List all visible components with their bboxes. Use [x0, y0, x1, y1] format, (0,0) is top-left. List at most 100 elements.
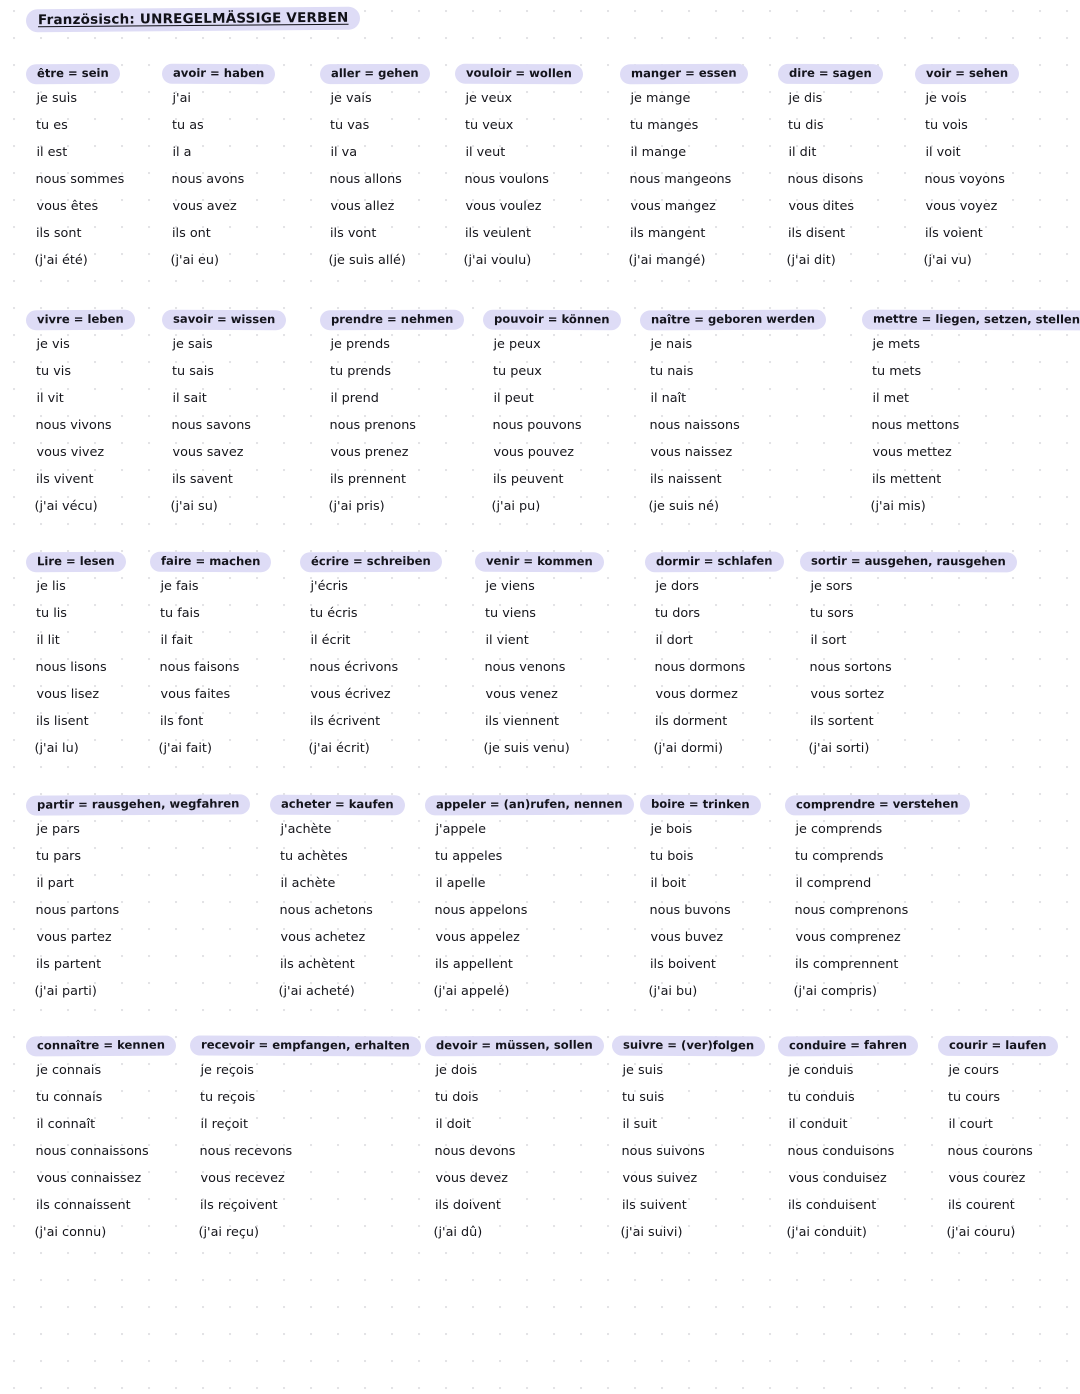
conjugation-form: vous avez	[172, 199, 237, 215]
conjugation-form: je fais	[160, 579, 199, 595]
conjugation-list: je prends tu prends il prend nous prenons vo…	[329, 337, 464, 514]
conjugation-form: il naît	[650, 391, 687, 407]
verb-header-label: appeler = (an)rufen, nennen	[424, 794, 634, 816]
verb-card[interactable]: mettre = liegen, setzen, stellen je mets t…	[861, 308, 1080, 528]
conjugation-list: je connais tu connais il connaît nous conna…	[35, 1063, 176, 1240]
verb-card[interactable]: manger = essen je mange tu manges il mange n…	[619, 62, 748, 282]
conjugation-form: nous achetons	[279, 903, 373, 919]
verb-card[interactable]: appeler = (an)rufen, nennen j'appele tu ap…	[424, 793, 634, 1013]
conjugation-form: ils naissent	[650, 472, 722, 488]
verb-card[interactable]: connaître = kennen je connais tu connais il…	[25, 1034, 177, 1254]
conjugation-form: ils disent	[788, 226, 846, 242]
conjugation-list: je cours tu cours il court nous courons vous…	[947, 1065, 1058, 1240]
verb-card[interactable]: devoir = müssen, sollen je dois tu dois il …	[424, 1034, 604, 1254]
conjugation-form: il doit	[435, 1117, 472, 1133]
verb-header-label: dormir = schlafen	[644, 551, 784, 573]
conjugation-form: ils doivent	[435, 1198, 501, 1214]
passe-compose-form: (j'ai dormi)	[653, 741, 724, 757]
conjugation-form: tu bois	[650, 849, 694, 865]
conjugation-list: je nais tu nais il naît nous naissons vous n…	[649, 339, 826, 514]
conjugation-list: je conduis tu conduis il conduit nous condu…	[787, 1065, 918, 1240]
verb-card[interactable]: écrire = schreiben j'écris tu écris il écri…	[299, 550, 442, 770]
verb-card[interactable]: dormir = schlafen je dors tu dors il dort no…	[644, 550, 784, 770]
conjugation-list: je veux tu veux il veut nous voulons vous vo…	[463, 93, 583, 269]
conjugation-form: il connaît	[36, 1117, 96, 1133]
conjugation-form: nous dormons	[654, 660, 746, 676]
conjugation-form: je vais	[330, 91, 372, 107]
verb-card[interactable]: sortir = ausgehen, rausgehen je sors tu so…	[799, 550, 1017, 770]
conjugation-form: vous lisez	[36, 687, 100, 703]
verb-header-label: connaître = kennen	[25, 1035, 177, 1057]
verb-card[interactable]: naître = geboren werden je nais tu nais il …	[639, 308, 827, 528]
verb-card[interactable]: faire = machen je fais tu fais il fait nous …	[149, 550, 272, 770]
conjugation-list: je suis tu es il est nous sommes vous êtes il…	[35, 93, 125, 268]
conjugation-form: tu viens	[485, 606, 536, 622]
conjugation-form: tu as	[172, 118, 204, 134]
conjugation-form: tu veux	[465, 118, 514, 134]
verb-card[interactable]: vouloir = wollen je veux tu veux il veut nou…	[454, 62, 583, 282]
verb-header-label: voir = sehen	[914, 63, 1020, 85]
conjugation-form: vous faites	[160, 687, 231, 703]
verb-header-label: boire = trinken	[639, 794, 761, 816]
conjugation-form: nous prenons	[329, 418, 416, 434]
conjugation-form: nous lisons	[35, 660, 107, 676]
conjugation-form: il met	[872, 391, 910, 407]
verb-card[interactable]: acheter = kaufen j'achète tu achètes il ach…	[269, 793, 405, 1013]
verb-card[interactable]: vivre = leben je vis tu vis il vit nous vivo…	[25, 308, 135, 528]
conjugation-form: vous voulez	[465, 199, 542, 215]
verb-card[interactable]: boire = trinken je bois tu bois il boit nous…	[639, 793, 761, 1013]
conjugation-form: nous pouvons	[492, 418, 582, 434]
conjugation-form: vous recevez	[200, 1171, 285, 1187]
verb-header-label: suivre = (ver)folgen	[611, 1035, 766, 1057]
conjugation-form: vous devez	[435, 1171, 508, 1187]
conjugation-form: ils peuvent	[493, 472, 564, 488]
conjugation-list: je dors tu dors il dort nous dormons vous do…	[653, 579, 784, 757]
conjugation-form: tu connais	[36, 1090, 103, 1106]
conjugation-form: nous avons	[171, 172, 245, 188]
conjugation-form: ils mettent	[872, 472, 942, 488]
verb-card[interactable]: voir = sehen je vois tu vois il voit nous vo…	[914, 62, 1020, 282]
conjugation-form: nous mettons	[871, 418, 960, 434]
verb-card[interactable]: Lire = lesen je lis tu lis il lit nous lison…	[25, 550, 126, 770]
verb-card[interactable]: courir = laufen je cours tu cours il court n…	[937, 1034, 1058, 1254]
conjugation-form: ils mangent	[630, 226, 706, 242]
verb-card[interactable]: comprendre = verstehen je comprends tu com…	[784, 793, 970, 1013]
conjugation-form: je sais	[172, 337, 213, 353]
conjugation-form: nous sommes	[35, 172, 125, 188]
conjugation-form: je dors	[655, 579, 699, 595]
conjugation-form: il lit	[36, 633, 60, 649]
conjugation-form: nous sortons	[809, 660, 892, 676]
conjugation-form: il vient	[485, 633, 529, 649]
conjugation-form: vous venez	[485, 687, 558, 703]
verb-card[interactable]: aller = gehen je vais tu vas il va nous allo…	[319, 62, 430, 282]
verb-header-label: dire = sagen	[777, 63, 883, 85]
verb-card[interactable]: suivre = (ver)folgen je suis tu suis il sui…	[611, 1034, 766, 1254]
verb-card[interactable]: avoir = haben j'ai tu as il a nous avons vous…	[161, 62, 276, 282]
passe-compose-form: (j'ai suivi)	[620, 1225, 683, 1241]
verb-card[interactable]: être = sein je suis tu es il est nous sommes…	[25, 62, 125, 282]
conjugation-form: je reçois	[200, 1063, 254, 1079]
verb-card[interactable]: venir = kommen je viens tu viens il vient no…	[474, 550, 604, 770]
conjugation-form: il voit	[925, 145, 961, 161]
conjugation-form: vous naissez	[650, 445, 733, 461]
conjugation-form: il reçoit	[200, 1117, 248, 1133]
conjugation-form: ils courent	[948, 1198, 1015, 1214]
passe-compose-form: (j'ai bu)	[648, 984, 698, 1000]
verb-card[interactable]: pouvoir = können je peux tu peux il peut nou…	[482, 308, 621, 528]
conjugation-form: vous écrivez	[310, 687, 391, 703]
conjugation-form: nous voyons	[924, 172, 1005, 188]
study-sheet-page: { "title": "Französisch: UNREGELMÄSSIGE …	[0, 0, 1080, 1394]
verb-card[interactable]: dire = sagen je dis tu dis il dit nous dison…	[777, 62, 883, 282]
passe-compose-form: (j'ai fait)	[158, 741, 212, 757]
verb-card[interactable]: prendre = nehmen je prends tu prends il pre…	[319, 308, 465, 528]
verb-card[interactable]: recevoir = empfangen, erhalten je reçois t…	[189, 1034, 421, 1254]
passe-compose-form: (j'ai voulu)	[463, 253, 532, 269]
conjugation-form: je prends	[330, 337, 390, 353]
conjugation-form: je mange	[630, 91, 691, 107]
conjugation-list: je reçois tu reçois il reçoit nous recevons…	[199, 1063, 421, 1240]
verb-card[interactable]: savoir = wissen je sais tu sais il sait nous…	[161, 308, 287, 528]
conjugation-form: tu fais	[160, 606, 200, 622]
conjugation-form: je connais	[36, 1063, 102, 1079]
verb-card[interactable]: partir = rausgehen, wegfahren je pars tu p…	[25, 793, 251, 1013]
verb-card[interactable]: conduire = fahren je conduis tu conduis il …	[777, 1034, 919, 1254]
